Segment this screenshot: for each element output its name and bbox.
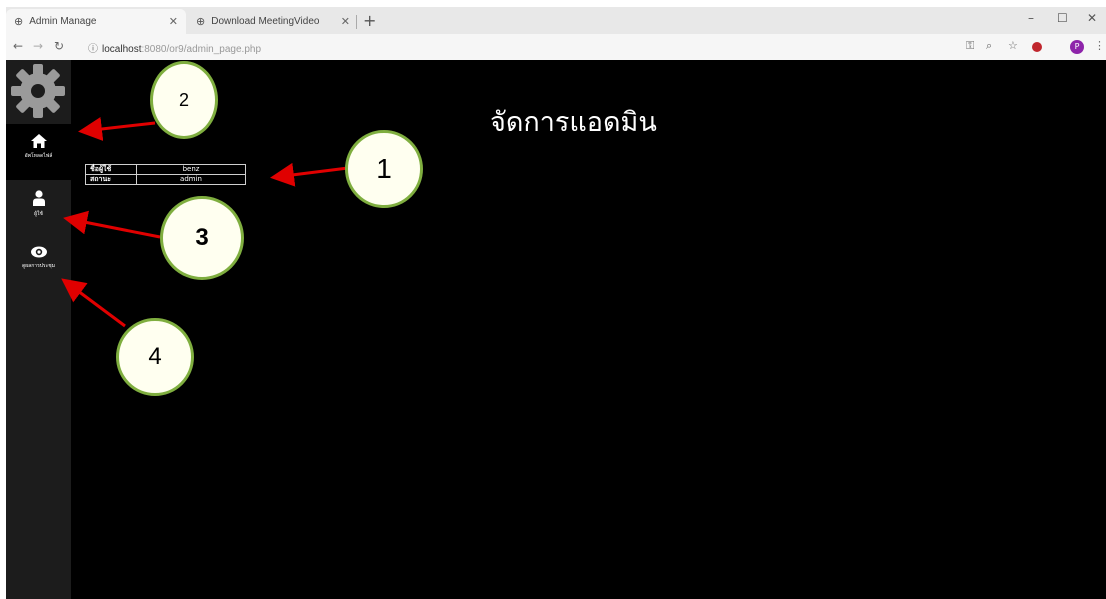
forward-icon[interactable]: → — [33, 39, 43, 53]
sidebar: อัพโหลดไฟล์ ผู้ใช้ ดูผลการประชุม — [6, 60, 71, 599]
username-value: benz — [136, 164, 246, 175]
new-tab-button[interactable]: + — [363, 11, 376, 30]
url-path: :8080/or9/admin_page.php — [141, 44, 262, 55]
page-title: จัดการแอดมิน — [490, 107, 657, 138]
reload-icon[interactable]: ↻ — [54, 39, 64, 53]
status-label: สถานะ — [85, 174, 137, 185]
sidebar-item-label: ผู้ใช้ — [34, 211, 43, 217]
minimize-button[interactable]: – — [1028, 11, 1034, 25]
close-window-button[interactable]: ✕ — [1087, 11, 1097, 25]
admin-info-table: ชื่อผู้ใช้ benz สถานะ admin — [85, 164, 246, 185]
table-row: ชื่อผู้ใช้ benz — [85, 164, 246, 175]
tab-title: Admin Manage — [29, 16, 97, 27]
tab-separator — [356, 15, 357, 29]
star-icon[interactable]: ☆ — [1008, 39, 1018, 52]
tab-bar: ⊕ Admin Manage ✕ ⊕ Download MeetingVideo… — [6, 7, 1106, 34]
callout-3: 3 — [160, 196, 244, 280]
callout-2: 2 — [150, 61, 218, 139]
menu-icon[interactable]: ⋮ — [1094, 39, 1105, 52]
tab-download-meetingvideo[interactable]: ⊕ Download MeetingVideo ✕ — [188, 9, 358, 34]
username-label: ชื่อผู้ใช้ — [85, 164, 137, 175]
table-row: สถานะ admin — [85, 174, 246, 185]
user-icon — [32, 190, 45, 206]
eye-icon — [30, 246, 47, 258]
address-bar: ← → ↻ ⓘ localhost:8080/or9/admin_page.php… — [6, 34, 1106, 60]
key-icon[interactable]: ⚿ — [966, 39, 974, 53]
globe-icon: ⊕ — [196, 16, 206, 28]
info-icon: ⓘ — [88, 44, 98, 55]
callout-1: 1 — [345, 130, 423, 208]
sidebar-item-label: อัพโหลดไฟล์ — [24, 153, 53, 159]
sidebar-item-meeting-results[interactable]: ดูผลการประชุม — [6, 236, 71, 292]
globe-icon: ⊕ — [14, 16, 24, 28]
adblock-icon[interactable] — [1032, 42, 1042, 52]
tab-admin-manage[interactable]: ⊕ Admin Manage ✕ — [6, 9, 186, 34]
gear-logo-icon — [9, 62, 67, 120]
callout-4: 4 — [116, 318, 194, 396]
back-icon[interactable]: ← — [13, 39, 23, 53]
profile-avatar-icon[interactable]: P — [1070, 40, 1084, 54]
home-icon — [30, 134, 47, 148]
sidebar-item-users[interactable]: ผู้ใช้ — [6, 180, 71, 236]
url-host: localhost — [102, 44, 142, 55]
zoom-icon[interactable]: ⌕ — [986, 39, 992, 53]
tab-close-icon[interactable]: ✕ — [341, 15, 350, 28]
tab-title: Download MeetingVideo — [211, 16, 320, 27]
status-value: admin — [136, 174, 246, 185]
sidebar-item-upload[interactable]: อัพโหลดไฟล์ — [6, 124, 71, 180]
tab-close-icon[interactable]: ✕ — [169, 15, 178, 28]
sidebar-item-label: ดูผลการประชุม — [22, 263, 55, 269]
url-field[interactable]: ⓘ localhost:8080/or9/admin_page.php — [88, 40, 261, 55]
maximize-button[interactable]: ☐ — [1057, 11, 1068, 25]
